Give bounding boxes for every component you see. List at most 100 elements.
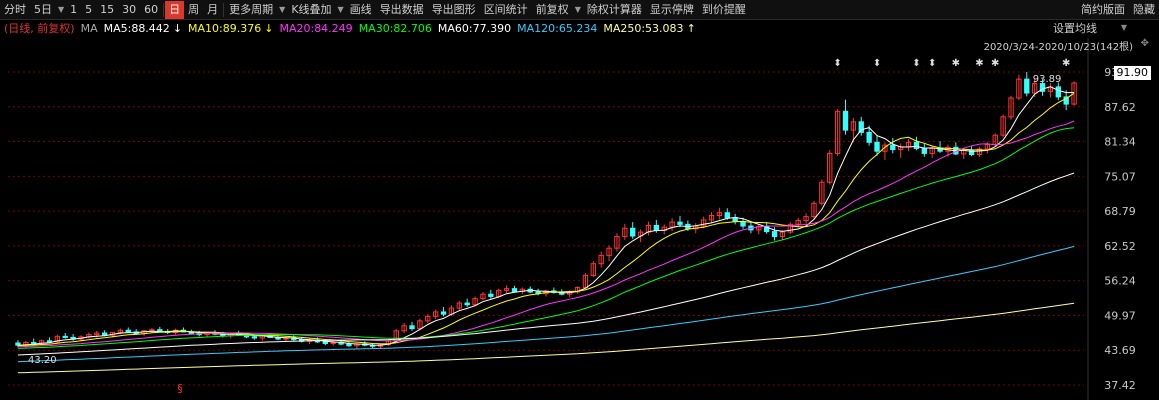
y-tick-label: 75.07 xyxy=(1104,170,1136,183)
event-marker: ⬍ xyxy=(833,58,841,69)
event-marker: ⬍ xyxy=(928,58,936,69)
toolbar-item[interactable]: 1 xyxy=(66,1,81,19)
toolbar-item[interactable]: 5日 xyxy=(30,1,56,19)
current-price-tag: 91.90 xyxy=(1113,66,1151,80)
candle-body xyxy=(913,141,920,149)
toolbar-item[interactable]: 导出数据 xyxy=(376,1,428,19)
ma-label: MA xyxy=(80,22,98,35)
event-marker: ⬍ xyxy=(873,58,881,69)
set-ma-button[interactable]: 设置均线 xyxy=(1053,21,1097,37)
event-marker: ✱ xyxy=(952,58,960,69)
ma10-line xyxy=(17,92,1075,347)
event-marker: ✱ xyxy=(975,58,983,69)
y-tick-label: 81.34 xyxy=(1104,136,1136,149)
toolbar-item[interactable]: 前复权 xyxy=(532,1,573,19)
chevron-down-icon[interactable]: ▼ xyxy=(573,1,583,19)
toolbar-item[interactable]: 月 xyxy=(203,1,222,19)
toolbar-item[interactable]: 分时 xyxy=(0,1,30,19)
toolbar-right: 简约版面 隐藏 xyxy=(1077,1,1159,19)
high-price-label: 93.89 xyxy=(1033,74,1062,85)
range-info: 2020/3/24-2020/10/23(142根) xyxy=(983,42,1133,53)
y-tick-label: 87.62 xyxy=(1104,101,1136,114)
toolbar-item[interactable]: K线叠加 xyxy=(287,1,335,19)
candle-body xyxy=(890,144,896,151)
ma10-value: MA10:89.376 xyxy=(188,22,262,35)
chart-toolbar: 分时 5日 ▼ 1 5 15 30 60 日周月更多周期 ▼ K线叠加 ▼ 画线 导出数据 导出图形 区间统计… xyxy=(0,0,1159,20)
candle-body xyxy=(630,227,636,237)
y-tick-label: 62.52 xyxy=(1104,240,1136,253)
event-marker: ⬍ xyxy=(912,58,920,69)
candle-body xyxy=(101,332,108,336)
toolbar-item[interactable]: 到价提醒 xyxy=(698,1,750,19)
candle-body xyxy=(1024,78,1030,94)
chevron-down-icon[interactable]: ▼ xyxy=(56,1,66,19)
candle-body xyxy=(346,343,352,347)
candle-body xyxy=(488,293,494,297)
period-label: (日线, 前复权) xyxy=(4,22,75,35)
candle-body xyxy=(322,341,328,345)
candle-body xyxy=(440,311,447,315)
y-tick-label: 68.79 xyxy=(1104,205,1136,218)
toolbar-separator xyxy=(223,2,225,17)
toolbar-item[interactable]: 60 xyxy=(140,1,162,19)
candle-body xyxy=(677,221,683,225)
chevron-down-icon[interactable]: ▼ xyxy=(336,1,346,19)
ma-legend: (日线, 前复权) MA MA5:88.442 ↓ MA10:89.376 ↓ … xyxy=(4,20,702,38)
ma250-line xyxy=(17,302,1075,374)
candle-body xyxy=(740,221,746,227)
toolbar-item[interactable]: 更多周期 xyxy=(225,1,277,19)
pin-icon[interactable]: ✥ xyxy=(1141,38,1149,49)
y-tick-label: 49.97 xyxy=(1104,309,1136,322)
ma5-arrow: ↓ xyxy=(172,22,183,35)
toolbar-item[interactable]: 除权计算器 xyxy=(583,1,646,19)
candle-body xyxy=(511,288,518,292)
candle-body xyxy=(858,121,864,133)
toolbar-item[interactable]: 导出图形 xyxy=(428,1,480,19)
candle-body xyxy=(464,302,470,306)
toolbar-item[interactable]: 周 xyxy=(184,1,203,19)
ma30-line xyxy=(17,127,1075,349)
y-tick-label: 43.69 xyxy=(1104,344,1136,357)
candle-body xyxy=(921,147,927,154)
toolbar-item[interactable]: 显示停牌 xyxy=(646,1,698,19)
toolbar-separator xyxy=(163,2,165,17)
chevron-down-icon[interactable]: ▼ xyxy=(277,1,287,19)
ma60-value: MA60:77.390 xyxy=(437,22,512,35)
ma20-value: MA20:84.249 xyxy=(279,22,353,35)
y-tick-label: 37.42 xyxy=(1104,379,1136,392)
candle-body xyxy=(771,231,778,238)
ma5-value: MA5:88.442 xyxy=(103,22,170,35)
candle-body xyxy=(251,336,258,339)
kline-chart[interactable]: 93.89 87.62 81.34 75.07 68.79 62.52 56.24 49.97… xyxy=(0,20,1159,400)
ma5-line xyxy=(17,86,1075,346)
candle-body xyxy=(46,340,53,343)
candle-body xyxy=(125,329,131,333)
ma10-arrow: ↓ xyxy=(264,22,274,35)
candle-body xyxy=(874,141,880,152)
ma250-value: MA250:53.083 xyxy=(603,22,684,35)
toolbar-right-item[interactable]: 隐藏 xyxy=(1129,1,1159,19)
ma60-line xyxy=(17,172,1075,356)
ma30-value: MA30:82.706 xyxy=(358,22,432,35)
candle-body xyxy=(724,212,730,219)
ma20-line xyxy=(17,120,1075,348)
toolbar-item[interactable]: 15 xyxy=(96,1,118,19)
ma120-value: MA120:65.234 xyxy=(517,22,598,35)
candle-body xyxy=(842,110,849,131)
candle-body xyxy=(31,341,37,344)
toolbar-item[interactable]: 30 xyxy=(118,1,140,19)
y-tick-label: 56.24 xyxy=(1104,275,1136,288)
low-price-label: 43.20 xyxy=(28,355,57,366)
toolbar-item[interactable]: 画线 xyxy=(346,1,376,19)
candle-body xyxy=(653,224,660,231)
ma250-arrow: ↑ xyxy=(686,22,696,35)
toolbar-right-item[interactable]: 简约版面 xyxy=(1077,1,1129,19)
chevron-down-icon[interactable]: ▼ xyxy=(1121,23,1127,32)
toolbar-item[interactable]: 区间统计 xyxy=(480,1,532,19)
candle-body xyxy=(732,217,738,223)
candle-body xyxy=(62,335,68,338)
toolbar-item[interactable]: 5 xyxy=(81,1,96,19)
toolbar-item[interactable]: 日 xyxy=(165,0,185,19)
candle-body xyxy=(1055,86,1061,98)
candle-body xyxy=(866,131,872,143)
